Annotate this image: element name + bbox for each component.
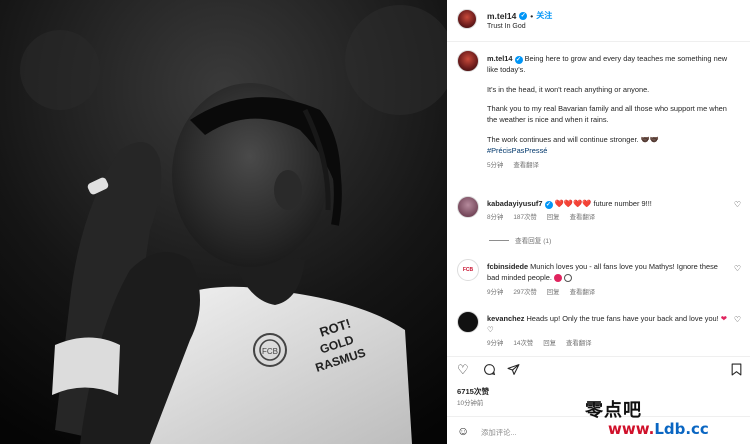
crest-text: FCB — [262, 347, 278, 356]
comment-meta: 9分钟 14次赞 回复 查看翻译 — [487, 338, 592, 347]
white-circle-emoji — [564, 274, 573, 283]
comment-time: 8分钟 — [487, 214, 504, 221]
separator-dot: • — [530, 10, 534, 21]
comment-username[interactable]: kevanchez — [487, 314, 524, 323]
view-replies[interactable]: 查看回复 (1) — [489, 235, 551, 245]
verified-badge-icon: ✓ — [514, 56, 523, 64]
comment-time: 9分钟 — [487, 340, 504, 347]
share-icon[interactable] — [507, 363, 520, 379]
red-heart-emoji: ❤ — [720, 314, 727, 323]
comment-body: future number 9!!! — [593, 199, 652, 208]
watermark-url-part1: www. — [608, 420, 655, 438]
verified-badge-icon: ✓ — [544, 201, 553, 209]
author-row: m.tel14 ✓ • 关注 — [487, 10, 552, 21]
author-avatar[interactable] — [457, 9, 477, 29]
caption-line-1: Being here to grow and every day teaches… — [487, 54, 728, 74]
heart-emojis: ❤️❤️❤️❤️ — [554, 199, 592, 208]
caption-line-2: It's in the head, it won't reach anythin… — [487, 84, 650, 94]
translate-link[interactable]: 查看翻译 — [570, 287, 596, 296]
caption-hashtag[interactable]: #PrécisPasPressé — [487, 146, 547, 155]
post-side-panel: m.tel14 ✓ • 关注 Trust In God m.tel14 ✓ Be… — [447, 0, 750, 444]
bookmark-icon[interactable] — [731, 363, 742, 379]
comment-meta: 8分钟 187次赞 回复 查看翻译 — [487, 212, 595, 221]
comment-likes[interactable]: 14次赞 — [513, 338, 533, 347]
reply-button[interactable]: 回复 — [547, 287, 560, 296]
comment-text: fcbinsidede Munich loves you - all fans … — [487, 261, 727, 283]
comment-icon[interactable] — [483, 363, 496, 379]
post-photo: FCB ROT! GOLD RASMUS — [0, 0, 447, 444]
commenter-avatar[interactable]: FCB — [457, 259, 479, 281]
author-username[interactable]: m.tel14 — [487, 11, 516, 21]
watermark-url-part2: Ldb.cc — [654, 420, 709, 438]
comment-like-heart-icon[interactable]: ♡ — [734, 200, 741, 209]
comment-text: kevanchez Heads up! Only the true fans h… — [487, 313, 727, 335]
comment-username[interactable]: kabadayiyusuf7 — [487, 199, 542, 208]
likes-count[interactable]: 6715次赞 — [457, 386, 489, 397]
caption-line-3: Thank you to my real Bavarian family and… — [487, 104, 727, 124]
view-replies-label[interactable]: 查看回复 (1) — [515, 235, 551, 245]
watermark-chinese: 零点吧 — [585, 400, 642, 421]
replies-line — [489, 239, 509, 241]
commenter-avatar[interactable] — [457, 311, 479, 333]
comment-likes[interactable]: 187次赞 — [513, 212, 536, 221]
caption-text: m.tel14 ✓ Being here to grow and every d… — [487, 53, 737, 171]
follow-button[interactable]: 关注 — [536, 10, 552, 21]
caption-meta: 5分钟 查看翻译 — [487, 160, 737, 171]
translate-link[interactable]: 查看翻译 — [566, 338, 592, 347]
comment-body: Heads up! Only the true fans have your b… — [526, 314, 719, 323]
player-photo-illustration: FCB ROT! GOLD RASMUS — [0, 0, 447, 444]
watermark-url: www.Ldb.cc — [608, 420, 709, 438]
post-action-bar: ♡ — [447, 356, 750, 382]
reply-button[interactable]: 回复 — [547, 212, 560, 221]
red-circle-emoji — [554, 274, 562, 283]
heart-icon[interactable]: ♡ — [457, 363, 469, 377]
comment-like-heart-icon[interactable]: ♡ — [734, 315, 741, 324]
author-subtitle: Trust In God — [487, 23, 526, 30]
caption-username[interactable]: m.tel14 — [487, 54, 512, 63]
emoji-icon[interactable]: ☺ — [457, 424, 469, 438]
comment-likes[interactable]: 297次赞 — [513, 287, 536, 296]
verified-badge-icon: ✓ — [519, 11, 528, 20]
caption-time: 5分钟 — [487, 161, 504, 169]
caption-avatar[interactable] — [457, 50, 479, 72]
add-comment-input[interactable]: 添加评论... — [481, 427, 517, 438]
comment-time: 9分钟 — [487, 289, 504, 296]
comment-text: kabadayiyusuf7 ✓ ❤️❤️❤️❤️ future number … — [487, 198, 727, 209]
post-time: 10分钟前 — [457, 400, 484, 407]
reply-button[interactable]: 回复 — [543, 338, 556, 347]
comment-username[interactable]: fcbinsidede — [487, 262, 528, 271]
translate-link[interactable]: 查看翻译 — [570, 212, 596, 221]
caption-translate-link[interactable]: 查看翻译 — [513, 160, 539, 171]
white-heart-emoji: ♡ — [487, 325, 494, 334]
commenter-avatar[interactable] — [457, 196, 479, 218]
post-header: m.tel14 ✓ • 关注 Trust In God — [447, 0, 750, 42]
comment-like-heart-icon[interactable]: ♡ — [734, 264, 741, 273]
caption-line-4: The work continues and will continue str… — [487, 134, 660, 144]
comment-meta: 9分钟 297次赞 回复 查看翻译 — [487, 287, 595, 296]
